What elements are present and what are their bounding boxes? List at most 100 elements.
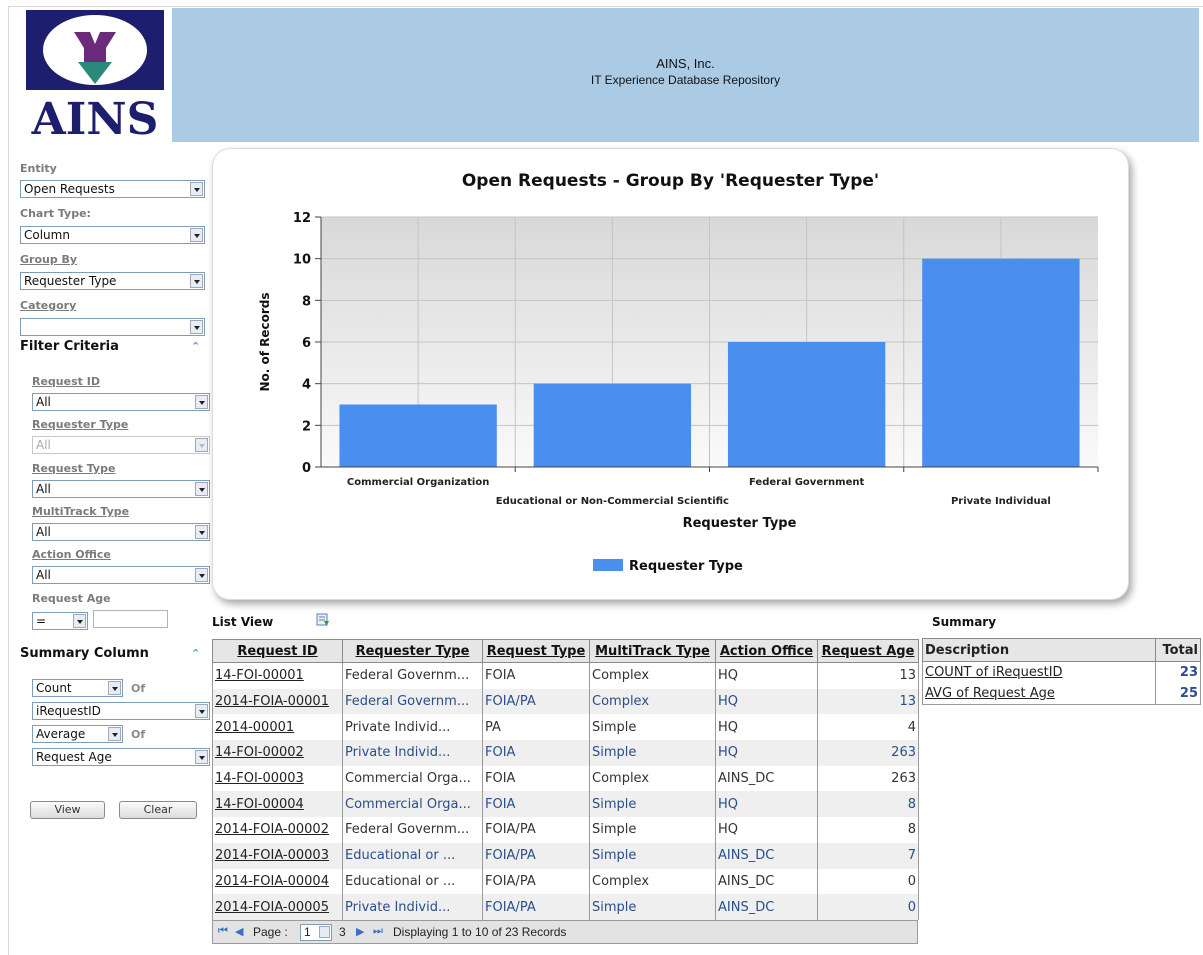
multitrack-type-select[interactable]: All	[32, 523, 210, 541]
page-label: Page :	[253, 925, 288, 939]
table-cell: HQ	[715, 817, 818, 843]
svg-text:AINS: AINS	[31, 94, 159, 138]
entity-select-value: Open Requests	[24, 182, 115, 196]
request-age-operator-select[interactable]: =	[32, 612, 88, 630]
page-select[interactable]: 1	[300, 924, 332, 941]
summary-col-total: Total	[1155, 638, 1201, 662]
summary-column-title: Summary Column	[20, 646, 149, 661]
col-header-requester-type[interactable]: Requester Type	[342, 639, 483, 663]
entity-label: Entity	[20, 162, 57, 175]
table-header-row: Request ID Requester Type Request Type M…	[212, 639, 919, 663]
summary-col2-value: Request Age	[36, 750, 112, 764]
table-cell: Federal Governm...	[342, 817, 483, 843]
x-tick-label: Commercial Organization	[347, 477, 489, 488]
table-row[interactable]: 2014-FOIA-00001 Federal Governm... FOIA/…	[212, 688, 919, 715]
request-id-select[interactable]: All	[32, 393, 210, 411]
request-id-link[interactable]: 2014-FOIA-00003	[212, 842, 343, 869]
summary-row[interactable]: AVG of Request Age 25	[922, 683, 1201, 705]
pagination-bar: ⏮ ◀ Page : 1 3 ▶ ⏭ Displaying 1 to 10 of…	[212, 920, 918, 944]
action-office-label: Action Office	[32, 548, 111, 561]
col-header-request-type[interactable]: Request Type	[482, 639, 590, 663]
summary-row[interactable]: COUNT of iRequestID 23	[922, 661, 1201, 683]
bar	[533, 383, 692, 467]
requester-type-select[interactable]: All	[32, 436, 210, 454]
table-cell: 0	[817, 894, 919, 920]
table-cell: Complex	[589, 688, 716, 715]
table-row[interactable]: 2014-FOIA-00003 Educational or ... FOIA/…	[212, 842, 919, 869]
table-row[interactable]: 2014-FOIA-00002 Federal Governm... FOIA/…	[212, 817, 919, 843]
col-header-request-age[interactable]: Request Age	[817, 639, 919, 663]
table-cell: Federal Governm...	[342, 662, 483, 689]
table-cell: Complex	[589, 765, 716, 792]
summary-header-row: Description Total	[922, 638, 1201, 662]
chevron-down-icon	[195, 438, 208, 452]
table-cell: Simple	[589, 791, 716, 818]
entity-select[interactable]: Open Requests	[20, 180, 205, 198]
last-page-icon[interactable]: ⏭	[373, 925, 383, 938]
request-id-link[interactable]: 2014-FOIA-00005	[212, 894, 343, 920]
table-cell: 263	[817, 740, 919, 766]
summary-description-link[interactable]: AVG of Request Age	[922, 683, 1156, 705]
table-cell: Commercial Orga...	[342, 765, 483, 792]
col-header-action-office[interactable]: Action Office	[715, 639, 818, 663]
request-id-link[interactable]: 14-FOI-00003	[212, 765, 343, 792]
first-page-icon[interactable]: ⏮	[218, 925, 228, 938]
request-id-link[interactable]: 14-FOI-00001	[212, 662, 343, 689]
action-office-select[interactable]: All	[32, 566, 210, 584]
action-office-select-value: All	[36, 568, 51, 582]
request-id-link[interactable]: 2014-00001	[212, 714, 343, 741]
request-id-link[interactable]: 2014-FOIA-00002	[212, 817, 343, 843]
summary-func2-value: Average	[36, 727, 86, 741]
table-row[interactable]: 14-FOI-00004 Commercial Orga... FOIA Sim…	[212, 791, 919, 818]
list-view-title: List View	[212, 615, 274, 629]
request-id-link[interactable]: 14-FOI-00002	[212, 740, 343, 766]
table-cell: 263	[817, 765, 919, 792]
col-header-multitrack-type[interactable]: MultiTrack Type	[589, 639, 716, 663]
summary-func2-select[interactable]: Average	[32, 725, 123, 743]
table-row[interactable]: 14-FOI-00002 Private Individ... FOIA Sim…	[212, 740, 919, 766]
export-excel-icon[interactable]	[316, 612, 330, 626]
request-id-link[interactable]: 14-FOI-00004	[212, 791, 343, 818]
summary-func1-select[interactable]: Count	[32, 679, 123, 697]
chart-type-select[interactable]: Column	[20, 226, 205, 244]
table-cell: FOIA/PA	[482, 688, 590, 715]
prev-page-icon[interactable]: ◀	[235, 925, 243, 938]
table-cell: Simple	[589, 894, 716, 920]
summary-col1-select[interactable]: iRequestID	[32, 702, 210, 720]
chevron-down-icon	[319, 926, 330, 938]
bar	[339, 404, 497, 467]
collapse-icon[interactable]: ⌃	[191, 340, 200, 353]
next-page-icon[interactable]: ▶	[356, 925, 364, 938]
table-row[interactable]: 2014-FOIA-00005 Private Individ... FOIA/…	[212, 894, 919, 920]
summary-func1-value: Count	[36, 681, 72, 695]
col-header-request-id[interactable]: Request ID	[212, 639, 343, 663]
table-cell: Educational or ...	[342, 868, 483, 895]
list-view-table: Request ID Requester Type Request Type M…	[212, 639, 919, 920]
chevron-down-icon	[195, 482, 208, 496]
table-row[interactable]: 2014-00001 Private Individ... PA Simple …	[212, 714, 919, 741]
category-select[interactable]	[20, 318, 205, 336]
request-id-select-value: All	[36, 395, 51, 409]
summary-col1-value: iRequestID	[36, 704, 101, 718]
chevron-down-icon	[195, 395, 208, 409]
chevron-down-icon	[73, 614, 86, 628]
y-tick-label: 8	[302, 294, 311, 309]
table-cell: HQ	[715, 688, 818, 715]
summary-description-link[interactable]: COUNT of iRequestID	[922, 661, 1156, 683]
table-row[interactable]: 14-FOI-00003 Commercial Orga... FOIA Com…	[212, 765, 919, 792]
request-age-input[interactable]	[93, 610, 168, 628]
collapse-icon[interactable]: ⌃	[191, 647, 200, 660]
table-row[interactable]: 14-FOI-00001 Federal Governm... FOIA Com…	[212, 662, 919, 689]
table-cell: AINS_DC	[715, 894, 818, 920]
view-button[interactable]: View	[30, 801, 105, 819]
legend-label: Requester Type	[629, 559, 743, 574]
table-row[interactable]: 2014-FOIA-00004 Educational or ... FOIA/…	[212, 868, 919, 895]
group-by-select[interactable]: Requester Type	[20, 272, 205, 290]
request-id-link[interactable]: 2014-FOIA-00001	[212, 688, 343, 715]
request-type-select[interactable]: All	[32, 480, 210, 498]
chevron-down-icon	[190, 228, 203, 242]
table-cell: 13	[817, 688, 919, 715]
request-id-link[interactable]: 2014-FOIA-00004	[212, 868, 343, 895]
clear-button[interactable]: Clear	[119, 801, 197, 819]
summary-col2-select[interactable]: Request Age	[32, 748, 210, 766]
